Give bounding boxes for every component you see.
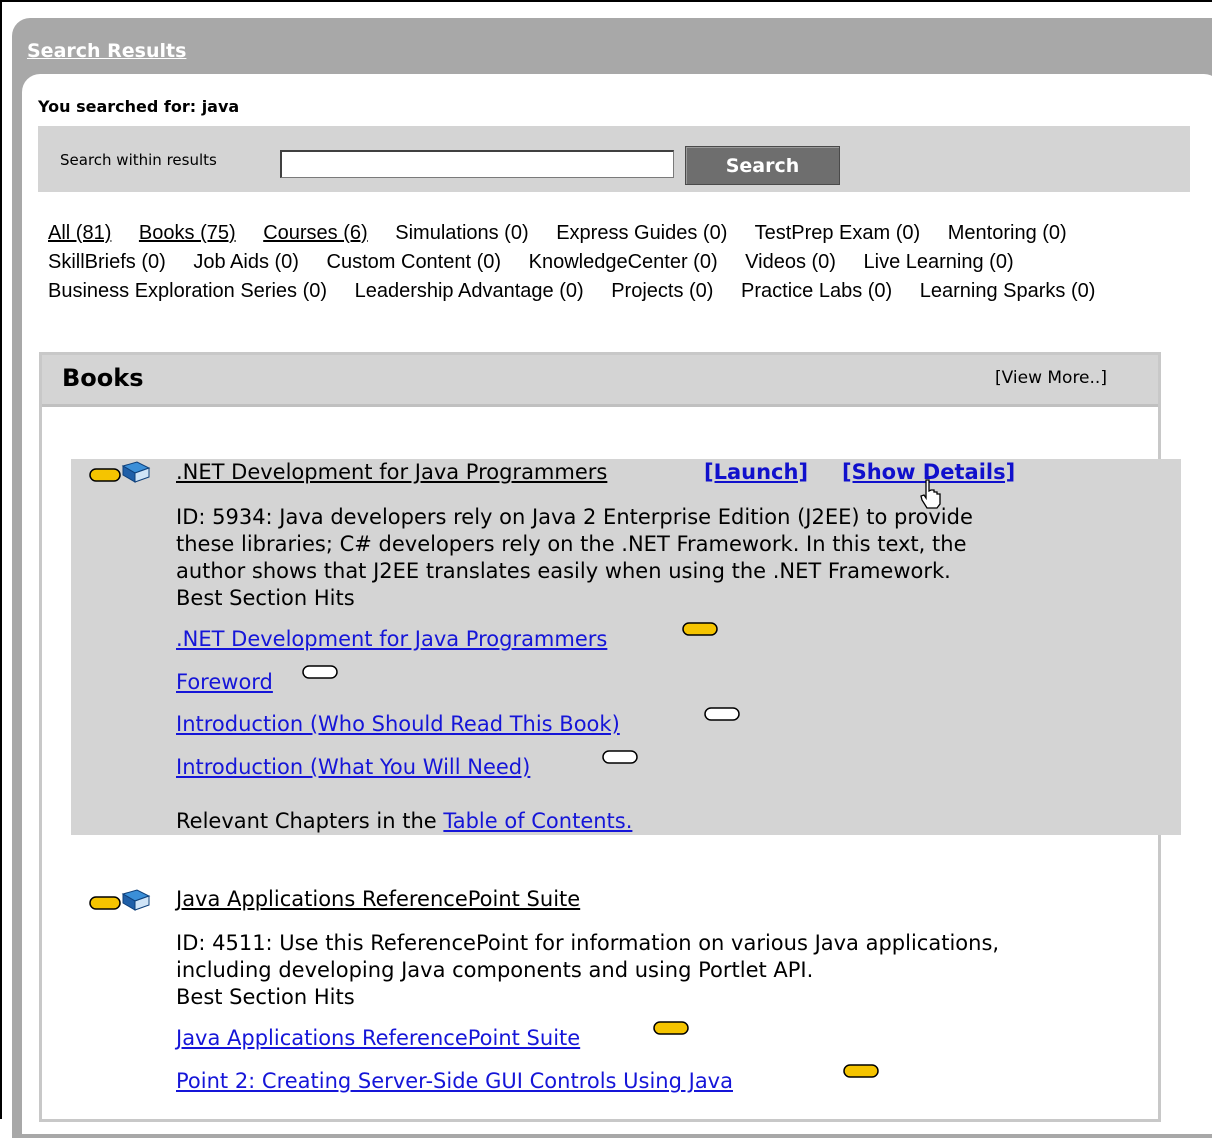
screenshot-frame [0, 0, 1212, 1119]
